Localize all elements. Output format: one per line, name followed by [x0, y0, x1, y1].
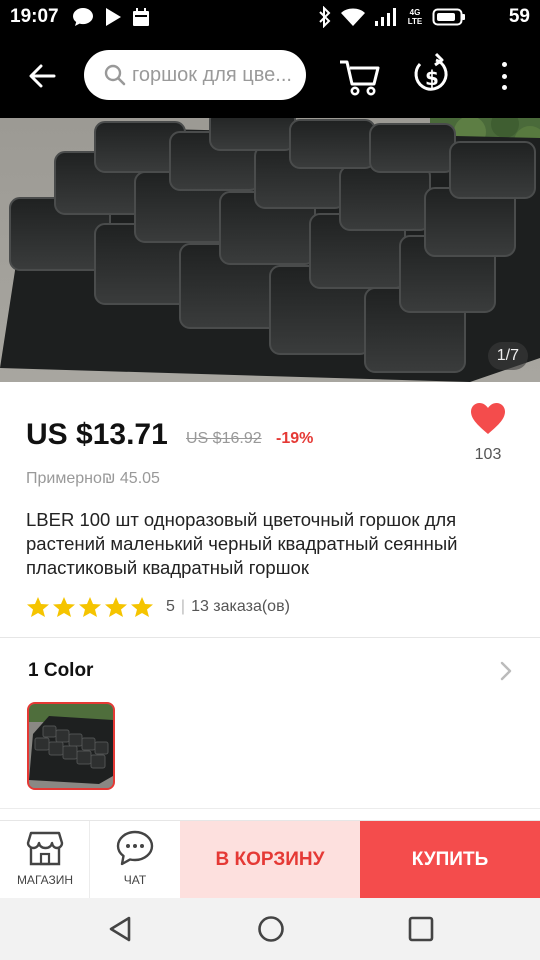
star-icon	[131, 597, 153, 617]
bluetooth-icon	[319, 6, 331, 28]
status-bar: 19:07 4G LTE 59	[0, 0, 540, 34]
approx-price: Примерно₪ 45.05	[26, 470, 160, 487]
system-icons: 4G LTE	[318, 6, 466, 28]
star-rating	[26, 596, 154, 618]
store-label: МАГАЗИН	[16, 873, 74, 887]
more-menu-button[interactable]	[490, 58, 518, 94]
app-toolbar: горшок для цве... $	[0, 34, 540, 118]
more-vert-icon	[501, 62, 507, 67]
search-input[interactable]: горшок для цве...	[84, 50, 306, 100]
heart-icon	[471, 403, 505, 434]
network-type-label: 4G LTE	[407, 8, 423, 26]
wishlist-count: 103	[474, 446, 502, 463]
store-button[interactable]: МАГАЗИН	[0, 821, 90, 899]
wifi-icon	[341, 8, 365, 26]
divider	[0, 808, 540, 809]
original-price: US $16.92	[186, 430, 262, 447]
chat-button[interactable]: ЧАТ	[90, 821, 180, 899]
nav-home-icon[interactable]	[256, 914, 286, 944]
wishlist-button[interactable]	[470, 402, 506, 436]
product-title: LBER 100 шт одноразовый цветочный горшок…	[26, 509, 458, 578]
search-icon	[104, 64, 126, 86]
discount-badge: -19%	[276, 430, 314, 447]
currency-button[interactable]: $	[412, 52, 452, 98]
variant-thumbnail-image	[29, 704, 113, 788]
battery-icon	[432, 8, 465, 26]
chat-label: ЧАТ	[123, 873, 147, 887]
signal-icon	[375, 8, 396, 26]
status-time: 19:07	[10, 6, 59, 27]
currency-icon: $	[414, 52, 448, 91]
nav-recent-apps-icon[interactable]	[406, 914, 436, 944]
buy-now-button[interactable]: КУПИТЬ	[360, 821, 540, 899]
calendar-icon	[133, 8, 149, 26]
cart-button[interactable]	[338, 54, 380, 98]
play-icon	[106, 8, 121, 26]
divider	[0, 637, 540, 638]
back-button[interactable]	[22, 58, 62, 94]
chat-icon	[116, 830, 154, 866]
chevron-right-icon[interactable]	[498, 660, 514, 682]
image-counter: 1/7	[487, 342, 528, 370]
add-to-cart-button[interactable]: В КОРЗИНУ	[180, 821, 360, 899]
system-nav-bar	[0, 898, 540, 960]
variant-thumbnail[interactable]	[27, 702, 115, 790]
search-placeholder: горшок для цве...	[132, 63, 292, 86]
product-photo	[0, 118, 540, 382]
notification-icons	[72, 6, 150, 28]
rating-row[interactable]: 5 | 13 заказа(ов)	[26, 596, 290, 618]
product-image-gallery[interactable]: 1/7	[0, 118, 540, 382]
bottom-action-bar: МАГАЗИН ЧАТ В КОРЗИНУ КУПИТЬ	[0, 820, 540, 899]
battery-percent: 59	[508, 6, 530, 27]
star-icon	[105, 597, 127, 617]
back-arrow-icon	[29, 64, 56, 88]
cart-icon	[340, 60, 380, 96]
chat-bubble-icon	[73, 8, 93, 26]
star-icon	[27, 597, 49, 617]
product-price: US $13.71	[26, 418, 168, 451]
star-icon	[53, 597, 75, 617]
rating-separator: |	[180, 598, 186, 615]
star-icon	[79, 597, 101, 617]
variant-section-title[interactable]: 1 Color	[28, 660, 93, 682]
orders-count: 13 заказа(ов)	[191, 598, 290, 615]
store-icon	[26, 831, 64, 866]
rating-value: 5	[166, 598, 175, 615]
nav-back-icon[interactable]	[106, 914, 136, 944]
svg-text:$: $	[425, 66, 439, 90]
